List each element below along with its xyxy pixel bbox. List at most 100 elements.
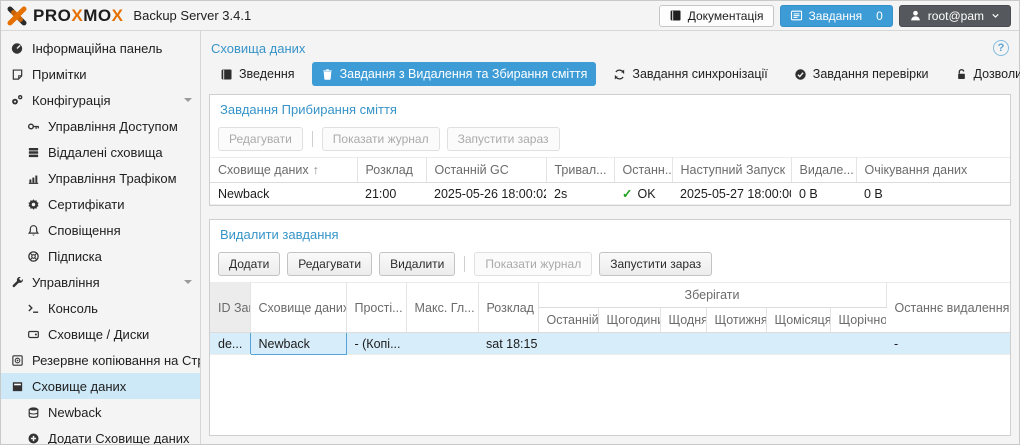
server-stack-icon <box>25 146 41 159</box>
sidebar-item-dashboard[interactable]: Інформаційна панель <box>1 35 200 61</box>
prune-cell-schedule: sat 18:15 <box>478 333 538 355</box>
check-circle-icon <box>794 68 807 81</box>
gc-show-log-button[interactable]: Показати журнал <box>322 127 440 151</box>
documentation-button[interactable]: Документація <box>659 5 774 27</box>
sidebar-item-notes[interactable]: Примітки <box>1 61 200 87</box>
prune-cell-last-prune: - <box>886 333 1010 355</box>
prune-show-log-button[interactable]: Показати журнал <box>474 252 592 276</box>
sidebar-item-storage-disks[interactable]: Сховище / Диски <box>1 321 200 347</box>
gc-col-datastore[interactable]: Сховище даних↑ <box>210 158 357 183</box>
tab-prune-gc-jobs[interactable]: Завдання з Видалення та Збирання сміття <box>312 62 597 86</box>
gc-col-last-gc[interactable]: Останній GC <box>426 158 546 183</box>
prune-cell-id: de... <box>210 333 250 355</box>
gc-table: Сховище даних↑ Розклад Останній GC Трива… <box>210 157 1010 205</box>
prune-cell-keep-daily <box>660 333 706 355</box>
topbar: PROXMOX Backup Server 3.4.1 Документація… <box>1 1 1019 31</box>
tab-summary[interactable]: Зведення <box>211 62 304 86</box>
lifebuoy-icon <box>25 250 41 263</box>
prune-col-last-prune[interactable]: Останнє видалення <box>886 283 1010 333</box>
tasks-button[interactable]: Завдання 0 <box>780 5 893 27</box>
prune-remove-button[interactable]: Видалити <box>379 252 455 276</box>
tab-verify-jobs[interactable]: Завдання перевірки <box>785 62 938 86</box>
sidebar-item-administration[interactable]: Управління <box>1 269 200 295</box>
prune-add-button[interactable]: Додати <box>218 252 280 276</box>
sidebar-item-access-control[interactable]: Управління Доступом <box>1 113 200 139</box>
prune-table-row[interactable]: de... Newback - (Копі... sat 18:15 <box>210 333 1010 355</box>
prune-table: ID Зав Сховище даних Прості... Макс. Гл.… <box>210 282 1010 355</box>
sidebar-item-datastore[interactable]: Сховище даних <box>1 373 200 399</box>
user-menu-button[interactable]: root@pam <box>899 5 1011 27</box>
gc-col-schedule[interactable]: Розклад <box>357 158 426 183</box>
app-window: PROXMOX Backup Server 3.4.1 Документація… <box>0 0 1020 445</box>
sidebar-item-configuration[interactable]: Конфігурація <box>1 87 200 113</box>
sidebar-item-tape-backup[interactable]: Резервне копіювання на Стрічку <box>1 347 200 373</box>
user-icon <box>909 9 922 22</box>
prune-col-keep-group: Зберігати <box>538 283 886 308</box>
prune-col-keep-monthly[interactable]: Щомісяця <box>766 308 830 333</box>
brand-wordmark: PROXMOX <box>33 6 123 26</box>
sidebar-item-remotes[interactable]: Віддалені сховища <box>1 139 200 165</box>
prune-col-keep-last[interactable]: Останній <box>538 308 598 333</box>
tape-icon <box>9 354 25 367</box>
gc-cell-pending: 0 B <box>856 183 1010 205</box>
help-icon[interactable]: ? <box>993 40 1009 56</box>
prune-cell-keep-hourly <box>598 333 660 355</box>
tab-permissions[interactable]: Дозволи <box>946 62 1020 86</box>
toolbar-separator <box>464 256 465 272</box>
gc-cell-status: ✓OK <box>614 183 672 205</box>
prune-edit-button[interactable]: Редагувати <box>287 252 372 276</box>
wrench-icon <box>9 276 25 289</box>
prune-run-now-button[interactable]: Запустити зараз <box>599 252 712 276</box>
prune-table-header-row1: ID Зав Сховище даних Прості... Макс. Гл.… <box>210 283 1010 308</box>
gc-col-duration[interactable]: Тривал... <box>546 158 614 183</box>
tasks-label: Завдання <box>809 9 863 23</box>
toolbar-separator <box>312 131 313 147</box>
prune-col-keep-yearly[interactable]: Щорічно <box>830 308 886 333</box>
gc-table-row[interactable]: Newback 21:00 2025-05-26 18:00:02 2s ✓OK… <box>210 183 1010 205</box>
disk-drive-icon <box>25 328 41 341</box>
collapse-caret-icon[interactable] <box>184 98 192 102</box>
tasks-count: 0 <box>876 9 883 23</box>
gc-edit-button[interactable]: Редагувати <box>218 127 303 151</box>
topbar-actions: Документація Завдання 0 root@pam <box>659 5 1011 27</box>
prune-col-keep-hourly[interactable]: Щогодини <box>598 308 660 333</box>
prune-col-keep-daily[interactable]: Щодня <box>660 308 706 333</box>
gc-col-next-run[interactable]: Наступний Запуск <box>672 158 791 183</box>
sidebar-item-certificates[interactable]: Сертифікати <box>1 191 200 217</box>
gc-panel-title: Завдання Прибирання сміття <box>210 95 1010 123</box>
gc-cell-duration: 2s <box>546 183 614 205</box>
prune-col-max-depth[interactable]: Макс. Гл... <box>406 283 478 333</box>
gc-col-last-status[interactable]: Останн... <box>614 158 672 183</box>
prune-col-simulate[interactable]: Прості... <box>346 283 406 333</box>
product-version: Backup Server 3.4.1 <box>133 8 251 23</box>
prune-col-id[interactable]: ID Зав <box>210 283 250 333</box>
gc-toolbar: Редагувати Показати журнал Запустити зар… <box>210 123 1010 157</box>
prune-col-schedule[interactable]: Розклад <box>478 283 538 333</box>
proxmox-x-icon <box>7 6 27 26</box>
proxmox-logo: PROXMOX Backup Server 3.4.1 <box>7 6 251 26</box>
sidebar-item-subscription[interactable]: Підписка <box>1 243 200 269</box>
gc-cell-datastore: Newback <box>210 183 357 205</box>
collapse-caret-icon[interactable] <box>184 280 192 284</box>
database-icon <box>25 406 41 419</box>
sidebar: Інформаційна панель Примітки Конфігураці… <box>1 31 201 444</box>
prune-panel-title: Видалити завдання <box>210 220 1010 248</box>
gc-run-now-button[interactable]: Запустити зараз <box>447 127 560 151</box>
sidebar-item-shell[interactable]: Консоль <box>1 295 200 321</box>
prune-col-datastore[interactable]: Сховище даних <box>250 283 346 333</box>
gc-col-removed[interactable]: Видале... <box>791 158 856 183</box>
gc-cell-last-gc: 2025-05-26 18:00:02 <box>426 183 546 205</box>
gc-col-pending[interactable]: Очікування даних <box>856 158 1010 183</box>
sidebar-item-traffic-control[interactable]: Управління Трафіком <box>1 165 200 191</box>
prune-cell-keep-monthly <box>766 333 830 355</box>
bell-icon <box>25 224 41 237</box>
prune-cell-keep-weekly <box>706 333 766 355</box>
prune-col-keep-weekly[interactable]: Щотижня <box>706 308 766 333</box>
sidebar-item-add-datastore[interactable]: Додати Сховище даних <box>1 425 200 444</box>
page-title: Сховища даних <box>211 41 305 56</box>
sidebar-item-notifications[interactable]: Сповіщення <box>1 217 200 243</box>
sidebar-item-newback[interactable]: Newback <box>1 399 200 425</box>
tab-sync-jobs[interactable]: Завдання синхронізації <box>604 62 776 86</box>
prune-cell-max-depth <box>406 333 478 355</box>
gc-cell-removed: 0 B <box>791 183 856 205</box>
